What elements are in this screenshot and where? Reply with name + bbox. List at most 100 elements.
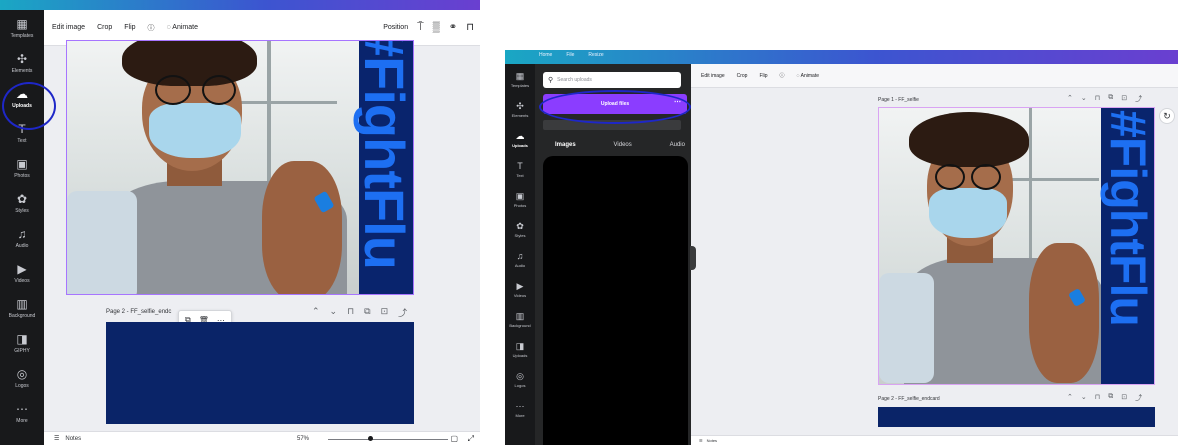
chevron-down-icon[interactable]: ⌄ (330, 306, 338, 319)
flip-button[interactable]: Flip (124, 24, 135, 31)
resize-menu[interactable]: Resize (588, 52, 603, 58)
edit-image-button[interactable]: Edit image (701, 73, 725, 79)
chevron-up-icon[interactable]: ⌃ (312, 306, 320, 319)
hashtag-text[interactable]: #FightFlu (1099, 110, 1154, 326)
sidebar-item-elements[interactable]: ✣ Elements (0, 45, 44, 80)
sidebar-item-uploads[interactable]: ☁ Uploads (505, 124, 535, 154)
sidebar-item-text[interactable]: T Text (505, 154, 535, 184)
sidebar-item-styles[interactable]: ✿ Styles (0, 185, 44, 220)
sidebar-item-photos[interactable]: ▣ Photos (505, 184, 535, 214)
zoom-slider-track[interactable] (328, 439, 448, 440)
sidebar-item-giphy[interactable]: ◨ GIPHY (0, 325, 44, 360)
page-1-title[interactable]: Page 1 - FF_selfie (878, 97, 919, 103)
add-page-icon[interactable]: ⤴ (1135, 393, 1142, 403)
link-icon[interactable]: ⚭ (449, 22, 457, 33)
delete-page-icon[interactable]: ⊡ (1121, 393, 1127, 403)
crop-button[interactable]: Crop (97, 24, 112, 31)
sidebar-item-videos[interactable]: ▶ Videos (0, 255, 44, 290)
sidebar-item-label: More (515, 412, 525, 418)
page-1-canvas[interactable]: #FightFlu (66, 40, 414, 295)
page-2-canvas[interactable] (878, 407, 1155, 427)
sidebar-item-background[interactable]: ▥ Background (505, 304, 535, 334)
chevron-down-icon[interactable]: ⌄ (1081, 94, 1087, 104)
search-uploads-input[interactable]: ⚲ Search uploads (543, 72, 681, 88)
crop-button[interactable]: Crop (737, 73, 748, 79)
page-2-title[interactable]: Page 2 - FF_selfie_endcard (878, 396, 940, 402)
sidebar-item-videos[interactable]: ▶ Videos (505, 274, 535, 304)
upload-files-button[interactable]: Upload files ⋯ (543, 94, 687, 114)
page-1-actions: ⌃ ⌄ ⊓ ⧉ ⊡ ⤴ (1067, 94, 1142, 104)
add-page-icon[interactable]: ⤴ (398, 306, 407, 319)
paint-roller-icon[interactable]: ⍑ (417, 21, 424, 34)
page-2-canvas[interactable] (106, 322, 414, 424)
flip-button[interactable]: Flip (759, 73, 767, 79)
sidebar-item-logos[interactable]: ◎ Logos (505, 364, 535, 394)
sidebar-item-more[interactable]: ⋯ More (505, 394, 535, 424)
fullscreen-icon[interactable]: ⤢ (468, 434, 474, 444)
position-button[interactable]: Position (383, 24, 408, 31)
chevron-down-icon[interactable]: ⌄ (1081, 393, 1087, 403)
animate-button[interactable]: ◌ Animate (167, 24, 198, 31)
top-gradient-bar (0, 0, 480, 10)
chevron-up-icon[interactable]: ⌃ (1067, 94, 1073, 104)
sidebar-item-styles[interactable]: ✿ Styles (505, 214, 535, 244)
sidebar-item-uploads[interactable]: ◨ Uploads (505, 334, 535, 364)
zoom-level[interactable]: 57% (297, 436, 309, 442)
collapse-panel-handle[interactable] (690, 246, 696, 270)
rotate-icon[interactable]: ↻ (1159, 108, 1175, 124)
right-toolbar: Edit image Crop Flip ⓘ ◌ Animate (691, 64, 1178, 88)
tab-audio[interactable]: Audio (670, 142, 685, 148)
info-icon[interactable]: ⓘ (780, 72, 785, 79)
edit-image-button[interactable]: Edit image (52, 24, 85, 31)
sidebar-item-background[interactable]: ▥ Background (0, 290, 44, 325)
sidebar-item-logos[interactable]: ◎ Logos (0, 360, 44, 395)
lock-icon[interactable]: ⊓ (1095, 94, 1100, 104)
left-sidebar: ▦ Templates ✣ Elements ☁ Uploads T Text ▣ Photos ✿… (0, 10, 44, 445)
uploads-content-area (543, 156, 688, 445)
sidebar-item-uploads[interactable]: ☁ Uploads (0, 80, 44, 115)
page-1-canvas[interactable]: #FightFlu (878, 107, 1155, 385)
lock-icon[interactable]: ⊓ (1095, 393, 1100, 403)
notes-icon[interactable]: ☰ (54, 435, 59, 442)
hashtag-text[interactable]: #FightFlu (352, 41, 413, 269)
add-page-icon[interactable]: ⤴ (1135, 94, 1142, 104)
tab-images[interactable]: Images (555, 142, 576, 148)
lock-icon[interactable]: ⊓ (347, 306, 354, 319)
sidebar-item-audio[interactable]: ♫ Audio (505, 244, 535, 274)
sidebar-item-label: Uploads (512, 142, 528, 148)
sidebar-item-more[interactable]: ⋯ More (0, 395, 44, 430)
sidebar-item-templates[interactable]: ▦ Templates (505, 64, 535, 94)
transparency-icon[interactable]: ▒ (433, 22, 440, 33)
chevron-up-icon[interactable]: ⌃ (1067, 393, 1073, 403)
giphy-icon: ◨ (16, 331, 28, 346)
duplicate-page-icon[interactable]: ⧉ (364, 306, 370, 319)
sidebar-item-label: GIPHY (14, 347, 30, 354)
duplicate-page-icon[interactable]: ⧉ (1108, 94, 1113, 104)
top-gradient-bar: Home File Resize (505, 50, 1178, 64)
animate-button[interactable]: ◌ Animate (797, 73, 819, 79)
zoom-slider-knob[interactable] (368, 436, 373, 441)
notes-icon[interactable]: ☰ (699, 438, 703, 443)
tab-videos[interactable]: Videos (614, 142, 632, 148)
notes-button[interactable]: Notes (65, 436, 81, 442)
sidebar-item-text[interactable]: T Text (0, 115, 44, 150)
sidebar-item-templates[interactable]: ▦ Templates (0, 10, 44, 45)
more-options-icon[interactable]: ⋯ (674, 98, 681, 106)
sidebar-item-elements[interactable]: ✣ Elements (505, 94, 535, 124)
grid-view-icon[interactable]: ▢ (450, 434, 458, 443)
home-menu[interactable]: Home (539, 52, 552, 58)
delete-page-icon[interactable]: ⊡ (381, 306, 389, 319)
info-icon[interactable]: ⓘ (148, 23, 155, 33)
background-icon: ▥ (16, 296, 28, 311)
lock-icon[interactable]: ⊓ (466, 22, 474, 33)
delete-page-icon[interactable]: ⊡ (1121, 94, 1127, 104)
styles-icon: ✿ (516, 220, 524, 231)
record-button[interactable] (543, 120, 681, 130)
notes-button[interactable]: Notes (707, 438, 717, 443)
sidebar-item-label: Videos (14, 277, 30, 284)
page-2-title[interactable]: Page 2 - FF_selfie_endc (106, 309, 171, 315)
duplicate-page-icon[interactable]: ⧉ (1108, 393, 1113, 403)
sidebar-item-photos[interactable]: ▣ Photos (0, 150, 44, 185)
file-menu[interactable]: File (566, 52, 574, 58)
sidebar-item-audio[interactable]: ♫ Audio (0, 220, 44, 255)
